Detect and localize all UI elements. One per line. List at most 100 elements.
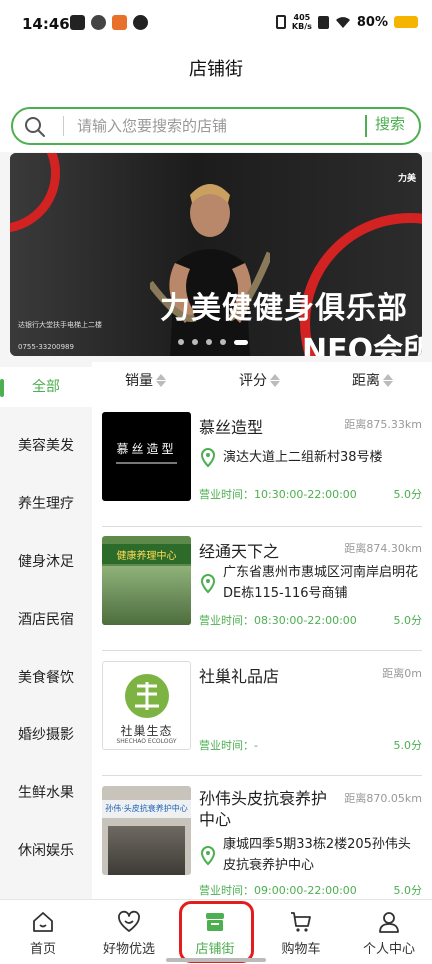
banner-subline: NEO会所 [302,333,422,356]
carousel-dot[interactable] [178,339,184,345]
store-distance: 距离870.05km [344,792,422,805]
search-divider [63,116,64,136]
battery-icon [394,16,418,28]
search-bar[interactable]: 搜索 [11,107,421,145]
network-speed-unit: KB/s [291,22,312,31]
store-name: 孙伟头皮抗衰养护中心 [199,789,328,829]
location-pin-icon [200,846,216,866]
store-score: 5.0分 [393,884,423,897]
sort-bar: 销量 评分 距离 [92,362,432,402]
store-item[interactable]: 健康养理中心 经通天下之 距离874.30km 广东省惠州市惠城区河南岸启明花D… [92,526,432,651]
nav-featured[interactable]: 好物优选 [86,900,172,964]
location-pin-icon [200,448,216,468]
active-category-indicator [0,379,4,397]
category-label: 养生理疗 [18,496,74,512]
store-name: 社巢礼品店 [199,667,280,686]
store-thumbnail-text: 社巢生态 [120,724,173,738]
thumbnail-storefront [108,826,185,875]
sort-arrows-icon [383,373,393,387]
active-tab-highlight [179,901,254,963]
sort-label: 评分 [239,373,267,389]
store-distance: 距离0m [382,667,422,680]
wifi-icon [335,16,350,28]
category-item[interactable]: 养生理疗 [0,484,92,524]
store-item[interactable]: 社巢生态 SHECHAO ECOLOGY 社巢礼品店 距离0m 营业时间：- 5… [92,651,432,776]
status-bar: 14:46 405 KB/s 80% [0,0,432,50]
category-label: 美食餐饮 [18,670,74,686]
category-item[interactable]: 酒店民宿 [0,600,92,640]
store-thumbnail-text: 慕丝造型 [116,442,177,456]
category-label: 全部 [32,379,60,395]
search-button[interactable]: 搜索 [375,113,405,134]
banner-address: 达银行大堂扶手电梯上二楼 [18,321,102,329]
store-item[interactable]: 孙伟·头皮抗衰养护中心 孙伟头皮抗衰养护中心 距离870.05km 康城四季5期… [92,776,432,899]
cloud-icon [91,15,106,30]
category-sidebar: 全部美容美发养生理疗健身沐足酒店民宿美食餐饮婚纱摄影生鲜水果休闲娱乐 [0,362,92,899]
store-thumbnail: 慕丝造型 [102,412,191,501]
thumbnail-storefront [102,566,191,625]
nav-label: 个人中心 [362,942,415,957]
sim-icon [317,15,329,29]
nav-cart[interactable]: 购物车 [258,900,344,964]
category-item[interactable]: 健身沐足 [0,542,92,582]
banner-phone: 0755-33200989 [18,343,74,351]
sort-label: 距离 [352,373,380,389]
store-distance: 距离874.30km [344,542,422,555]
banner-athlete-image [150,184,270,356]
category-item[interactable]: 休闲娱乐 [0,831,92,871]
shechao-logo [125,674,169,718]
carousel-dot[interactable] [220,339,226,345]
store-thumbnail: 健康养理中心 [102,536,191,625]
carousel-dot[interactable] [206,339,212,345]
banner-headline: 力美健健身俱乐部 [160,291,408,326]
category-item[interactable]: 美食餐饮 [0,658,92,698]
home-indicator [166,958,266,962]
banner-logo: 力美 [397,174,416,184]
store-score: 5.0分 [393,488,423,501]
battery-percent: 80% [356,14,388,30]
category-item[interactable]: 美容美发 [0,426,92,466]
heart-smile-icon [118,910,140,932]
category-label: 健身沐足 [18,554,74,570]
network-speed-value: 405 [293,13,311,22]
sort-option[interactable]: 评分 [239,370,280,390]
store-thumbnail-text: 孙伟·头皮抗衰养护中心 [105,804,188,813]
cart-icon [291,912,311,932]
thumbnail-decoration [116,462,177,464]
status-right: 405 KB/s 80% [275,13,418,31]
sort-arrows-icon [156,373,166,387]
store-hours: 营业时间：10:30:00-22:00:00 [199,488,357,501]
category-item[interactable]: 婚纱摄影 [0,715,92,755]
store-address: 康城四季5期33栋2楼205孙伟头皮抗衰养护中心 [223,837,411,873]
category-label: 休闲娱乐 [18,843,74,859]
store-name: 慕丝造型 [199,418,264,437]
nav-profile[interactable]: 个人中心 [346,900,432,964]
promo-banner[interactable]: 力美 力美健健身俱乐部 NEO会所 达银行大堂扶手电梯上二楼 0755-3320… [10,153,422,356]
search-icon [25,117,45,137]
status-time: 14:46 [22,15,70,33]
app-icon [133,15,148,30]
user-icon [379,912,399,933]
page-header: 店铺街 [0,50,432,100]
store-hours: 营业时间：09:00:00-22:00:00 [199,884,357,897]
network-speed: 405 KB/s [292,13,312,31]
store-thumbnail-text: 健康养理中心 [116,551,177,562]
sort-option[interactable]: 距离 [352,370,393,390]
carousel-dot[interactable] [192,339,198,345]
store-list: 慕丝造型 慕丝造型 距离875.33km 演达大道上二组新村38号楼 营业时间：… [92,402,432,899]
store-thumbnail: 社巢生态 SHECHAO ECOLOGY [102,661,191,750]
search-input[interactable] [77,114,357,138]
vibrate-icon [275,15,286,29]
carousel-dot[interactable] [234,339,248,345]
taobao-icon [112,15,127,30]
store-name: 经通天下之 [199,542,280,561]
category-item[interactable]: 生鲜水果 [0,773,92,813]
sort-option[interactable]: 销量 [125,370,166,390]
nav-home[interactable]: 首页 [0,900,86,964]
category-item[interactable]: 全部 [0,367,92,407]
category-label: 酒店民宿 [18,612,74,628]
home-icon [33,912,53,932]
nav-label: 好物优选 [102,942,155,957]
category-label: 美容美发 [18,438,74,454]
store-item[interactable]: 慕丝造型 慕丝造型 距离875.33km 演达大道上二组新村38号楼 营业时间：… [92,402,432,527]
